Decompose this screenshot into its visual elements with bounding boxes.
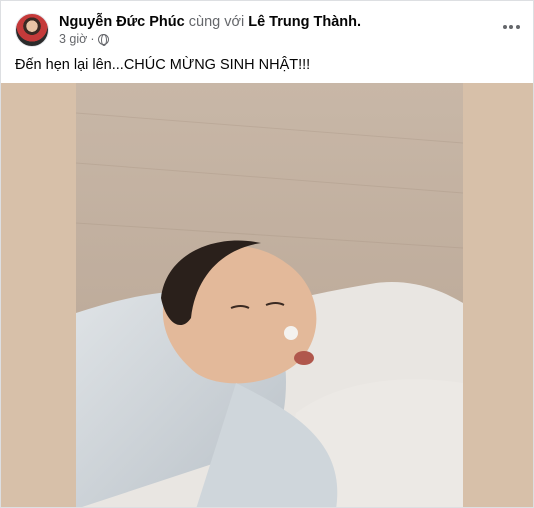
more-dot — [502, 25, 507, 29]
with-text: cùng với — [188, 14, 245, 30]
post-photo[interactable] — [76, 83, 463, 507]
more-dot — [509, 25, 513, 29]
globe-icon[interactable] — [97, 33, 109, 46]
post-header: Nguyễn Đức Phúc cùng với Lê Trung Thành.… — [13, 11, 523, 51]
post-card: Nguyễn Đức Phúc cùng với Lê Trung Thành.… — [0, 0, 534, 508]
post-media[interactable] — [1, 83, 533, 507]
author-avatar[interactable] — [15, 13, 49, 47]
post-text: Đến hẹn lại lên...CHÚC MỪNG SINH NHẬT!!! — [15, 57, 311, 73]
tagged-name[interactable]: Lê Trung Thành — [248, 14, 357, 30]
meta-separator: · — [90, 32, 95, 46]
post-time[interactable]: 3 giờ — [59, 31, 87, 47]
more-dot — [515, 25, 520, 29]
author-line: Nguyễn Đức Phúc cùng với Lê Trung Thành. — [59, 13, 361, 31]
post-meta: 3 giờ · — [59, 31, 109, 47]
tagged-suffix: . — [356, 14, 362, 30]
author-name[interactable]: Nguyễn Đức Phúc — [59, 14, 185, 30]
more-options-icon[interactable] — [499, 15, 523, 39]
